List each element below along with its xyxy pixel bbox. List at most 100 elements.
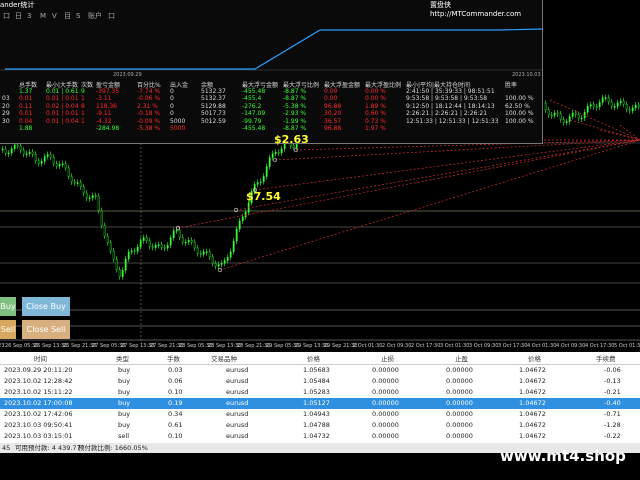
- stats-cell-maxloss: -455.4: [242, 95, 262, 103]
- candle-body: [34, 154, 37, 161]
- candle-body: [85, 192, 88, 199]
- order-cell-fee: -0.21: [604, 388, 621, 396]
- order-row[interactable]: 2023.10.02 12:28:42 buy 0.06 eurusd 1.05484 0…: [0, 376, 640, 387]
- order-row[interactable]: 2023.10.02 17:00:08 buy 0.19 eurusd 1.05127 0…: [0, 398, 640, 409]
- order-cell-time: 2023.10.02 17:42:06: [4, 410, 73, 418]
- candle-body: [10, 148, 13, 154]
- stats-cell-win: 100.00 %: [505, 95, 534, 103]
- stats-cell-pct: -0.06 %: [137, 95, 161, 103]
- stats-cell-count: 9: [81, 88, 85, 95]
- order-cell-cur: 1.04672: [519, 432, 546, 440]
- order-row[interactable]: 2023.10.03 09:50:41 buy 0.61 eurusd 1.04788 0…: [0, 420, 640, 431]
- stats-cell-lots: 0.11: [19, 102, 33, 110]
- price-label-mid: $7.54: [246, 190, 281, 203]
- order-cell-cur: 1.04672: [519, 366, 546, 374]
- candle-body: [58, 164, 61, 167]
- order-cell-tp: 0.00000: [446, 377, 473, 385]
- candle-body: [595, 106, 598, 108]
- candle-body: [292, 145, 295, 148]
- order-cell-price: 1.05283: [303, 388, 330, 396]
- total-maxloss: -455.48: [242, 125, 266, 132]
- candle-body: [586, 105, 589, 113]
- candle-body: [160, 244, 163, 248]
- candle-body: [163, 247, 166, 249]
- stats-cell-maxloss: -147.09: [242, 110, 266, 118]
- stats-cell-maxlosspct: -1.99 %: [283, 117, 307, 125]
- price-chart[interactable]: ander统计 置盘侠 http://MTCommander.com 口 日 3…: [0, 0, 640, 352]
- watermark: www.mt4.shop: [500, 447, 626, 465]
- candle-body: [139, 240, 142, 248]
- stats-cell-count: 8: [81, 102, 85, 110]
- close-buy-button[interactable]: Close Buy: [22, 297, 70, 316]
- candle-body: [25, 153, 28, 155]
- candle-body: [31, 151, 34, 155]
- orders-header: 止损: [381, 355, 394, 363]
- stats-cell-maxprofit: 36.57: [324, 117, 342, 125]
- order-cell-price: 1.05127: [303, 399, 330, 407]
- time-tick-label: 4 Oct 09:30: [556, 343, 586, 349]
- total-maxprofit: 96.88: [324, 125, 342, 132]
- order-cell-cur: 1.04672: [519, 377, 546, 385]
- candle-body: [211, 256, 214, 264]
- candle-body: [103, 225, 106, 237]
- stats-cell-maxloss: -455.48: [242, 88, 266, 95]
- order-fan-line: [619, 124, 640, 141]
- sell-button[interactable]: Sell: [0, 320, 16, 339]
- candle-body: [127, 251, 130, 260]
- order-cell-cur: 1.04672: [519, 421, 546, 429]
- candle-body: [49, 154, 52, 158]
- candle-body: [634, 104, 637, 109]
- stats-cell-maxprofitpct: 1.89 %: [365, 102, 386, 110]
- order-cell-time: 2023.09.29 20:11:20: [4, 366, 73, 374]
- order-cell-time: 2023.10.02 12:28:42: [4, 377, 73, 385]
- time-tick-label: 6 Sep 2023: [0, 343, 5, 349]
- stats-cell-minmax: 0.01 | 0.61: [46, 88, 79, 95]
- candle-body: [268, 157, 271, 167]
- order-cell-lots: 0.10: [168, 432, 183, 440]
- time-tick-label: 3 Oct 17:30: [498, 343, 528, 349]
- candle-body: [553, 112, 556, 116]
- order-row[interactable]: 2023.09.29 20:11:20 buy 0.03 eurusd 1.05683 0…: [0, 365, 640, 376]
- stats-cell-balance: 5132.37: [201, 88, 226, 95]
- total-flow: 5000: [170, 125, 186, 132]
- candle-body: [76, 182, 79, 184]
- stats-total-row: 1.88 -284.98 -5.38 % 5000 -455.48 -8.87 …: [0, 125, 542, 133]
- total-pct: -5.38 %: [137, 125, 161, 132]
- candle-body: [1, 148, 4, 151]
- candle-body: [568, 116, 571, 122]
- candle-body: [172, 230, 175, 239]
- stats-cell-maxprofitpct: 0.00 %: [365, 88, 386, 95]
- candle-body: [124, 258, 127, 271]
- candle-body: [220, 263, 223, 265]
- stats-cell-count: 1: [81, 95, 85, 103]
- candle-body: [613, 106, 616, 108]
- candle-body: [16, 144, 19, 147]
- order-row[interactable]: 2023.10.02 15:11:22 buy 0.10 eurusd 1.05283 0…: [0, 387, 640, 398]
- candle-body: [7, 152, 10, 155]
- candle-body: [67, 167, 70, 177]
- time-tick-label: 2 Oct 09:30: [382, 343, 412, 349]
- order-row[interactable]: 2023.10.03 03:15:01 sell 0.10 eurusd 1.04732…: [0, 431, 640, 442]
- order-cell-fee: -0.40: [604, 399, 621, 407]
- buy-button[interactable]: Buy: [0, 297, 16, 316]
- close-sell-button[interactable]: Close Sell: [22, 320, 70, 339]
- stats-cell-hold: 2:41:50 | 35:39:33 | 98:51:51: [406, 88, 495, 95]
- candle-body: [91, 195, 94, 199]
- candle-body: [622, 100, 625, 105]
- candle-body: [136, 246, 139, 252]
- stats-cell-lots: 0.04: [19, 117, 33, 125]
- stats-cell-minmax: 0.02 | 0.04: [46, 102, 79, 110]
- stats-cell-pnl: -9.11: [96, 110, 112, 118]
- order-cell-type: buy: [118, 366, 131, 374]
- order-cell-sl: 0.00000: [372, 421, 399, 429]
- candle-body: [610, 101, 613, 107]
- order-cell-time: 2023.10.03 03:15:01: [4, 432, 73, 440]
- candle-body: [616, 102, 619, 107]
- stats-cell-maxloss: -276.2: [242, 102, 262, 110]
- order-cell-type: buy: [118, 410, 131, 418]
- order-row[interactable]: 2023.10.02 17:42:06 buy 0.34 eurusd 1.04943 0…: [0, 409, 640, 420]
- order-cell-fee: -0.06: [604, 366, 621, 374]
- order-cell-fee: -0.71: [604, 410, 621, 418]
- stats-cell-count: 1: [81, 110, 85, 118]
- stats-cell-flow: 0: [170, 102, 174, 110]
